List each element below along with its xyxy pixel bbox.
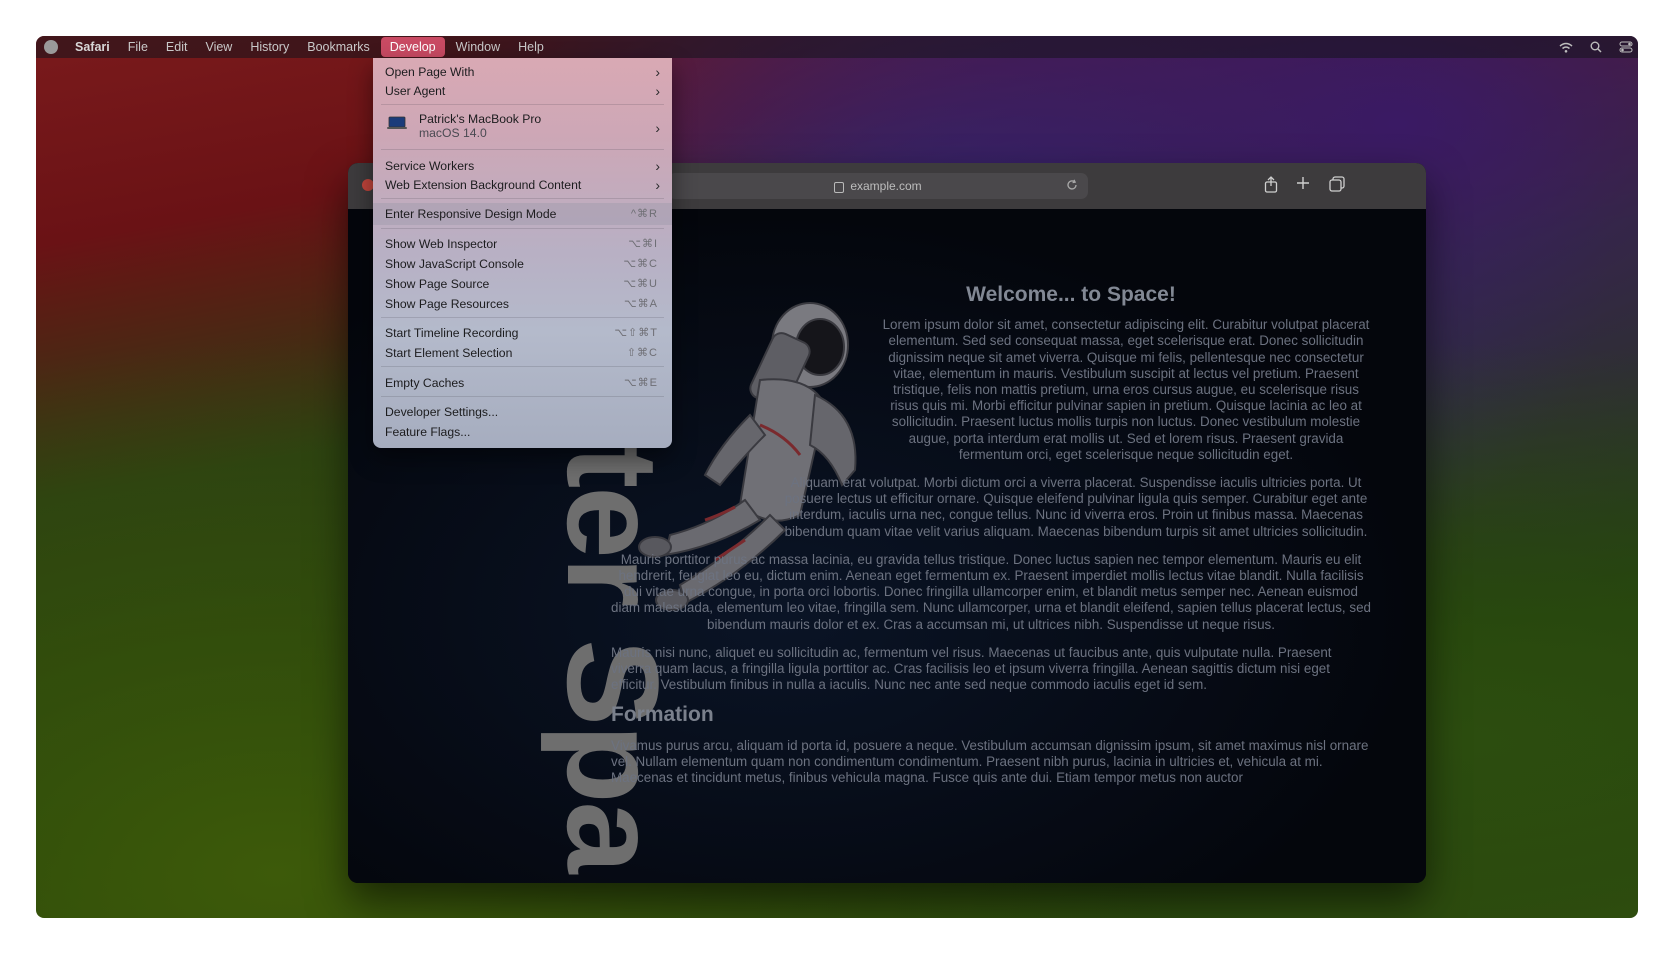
menu-separator <box>381 149 664 150</box>
menu-item-user-agent[interactable]: User Agent › <box>373 81 672 101</box>
paragraph-5: Vivamus purus arcu, aliquam id porta id,… <box>611 737 1369 786</box>
chevron-right-icon: › <box>655 177 660 193</box>
menu-item-javascript-console[interactable]: Show JavaScript Console ⌥⌘C <box>373 254 672 274</box>
menu-separator <box>381 396 664 397</box>
menu-item-web-inspector[interactable]: Show Web Inspector ⌥⌘I <box>373 234 672 254</box>
chevron-right-icon: › <box>655 83 660 99</box>
menu-bar: Safari File Edit View History Bookmarks … <box>36 36 1638 58</box>
menu-item-page-source[interactable]: Show Page Source ⌥⌘U <box>373 274 672 294</box>
menu-safari[interactable]: Safari <box>66 36 119 58</box>
menu-item-responsive-design-mode[interactable]: Enter Responsive Design Mode ^⌘R <box>373 203 672 225</box>
menu-separator <box>381 228 664 229</box>
menu-develop[interactable]: Develop <box>380 37 445 57</box>
menu-separator <box>381 317 664 318</box>
menu-item-timeline-recording[interactable]: Start Timeline Recording ⌥⇧⌘T <box>373 323 672 343</box>
url-text: example.com <box>850 179 922 193</box>
menu-separator <box>381 104 664 105</box>
section-heading-formation: Formation <box>611 703 714 727</box>
chevron-right-icon: › <box>655 158 660 174</box>
desktop: Safari File Edit View History Bookmarks … <box>36 36 1638 918</box>
menu-item-feature-flags[interactable]: Feature Flags... <box>373 422 672 442</box>
menu-item-page-resources[interactable]: Show Page Resources ⌥⌘A <box>373 294 672 314</box>
paragraph-4: Mauris nisi nunc, aliquet eu sollicitudi… <box>611 644 1332 693</box>
apple-menu-icon[interactable] <box>44 40 58 54</box>
new-tab-icon[interactable] <box>1294 176 1312 194</box>
share-icon[interactable] <box>1262 176 1280 194</box>
device-os: macOS 14.0 <box>419 126 487 140</box>
menu-item-web-extension-background[interactable]: Web Extension Background Content › <box>373 175 672 195</box>
menu-separator <box>381 366 664 367</box>
menu-history[interactable]: History <box>241 36 298 58</box>
tab-overview-icon[interactable] <box>1328 176 1346 194</box>
article-content: Welcome... to Space! Lorem ipsum dolor s… <box>611 283 1371 798</box>
menu-item-service-workers[interactable]: Service Workers › <box>373 156 672 176</box>
paragraph-1: Lorem ipsum dolor sit amet, consectetur … <box>882 317 1370 462</box>
control-center-icon[interactable] <box>1618 40 1634 54</box>
chevron-right-icon: › <box>655 64 660 80</box>
menu-edit[interactable]: Edit <box>157 36 197 58</box>
chevron-right-icon: › <box>655 120 660 136</box>
menu-file[interactable]: File <box>119 36 157 58</box>
lock-icon <box>834 181 845 193</box>
wifi-icon[interactable] <box>1558 40 1574 54</box>
menu-view[interactable]: View <box>196 36 241 58</box>
menu-item-open-page-with[interactable]: Open Page With › <box>373 62 672 82</box>
paragraph-3: Mauris porttitor purus ac massa lacinia,… <box>611 551 1371 632</box>
reload-icon[interactable] <box>1066 178 1078 194</box>
spotlight-search-icon[interactable] <box>1588 40 1604 54</box>
menu-item-empty-caches[interactable]: Empty Caches ⌥⌘E <box>373 373 672 393</box>
menu-separator <box>381 198 664 199</box>
device-name: Patrick's MacBook Pro <box>419 112 542 126</box>
laptop-icon <box>387 116 407 129</box>
paragraph-2: Aliquam erat volutpat. Morbi dictum orci… <box>784 475 1368 539</box>
menu-help[interactable]: Help <box>509 36 553 58</box>
menu-item-device[interactable]: Patrick's MacBook Pro macOS 14.0 › <box>373 110 672 146</box>
page-heading: Welcome... to Space! <box>966 283 1176 306</box>
menu-item-developer-settings[interactable]: Developer Settings... <box>373 402 672 422</box>
develop-menu: Open Page With › User Agent › Patrick's Ma… <box>373 58 672 448</box>
menu-bookmarks[interactable]: Bookmarks <box>298 36 379 58</box>
menu-item-element-selection[interactable]: Start Element Selection ⇧⌘C <box>373 343 672 363</box>
menu-window[interactable]: Window <box>447 36 509 58</box>
address-bar[interactable]: example.com <box>650 173 1088 199</box>
